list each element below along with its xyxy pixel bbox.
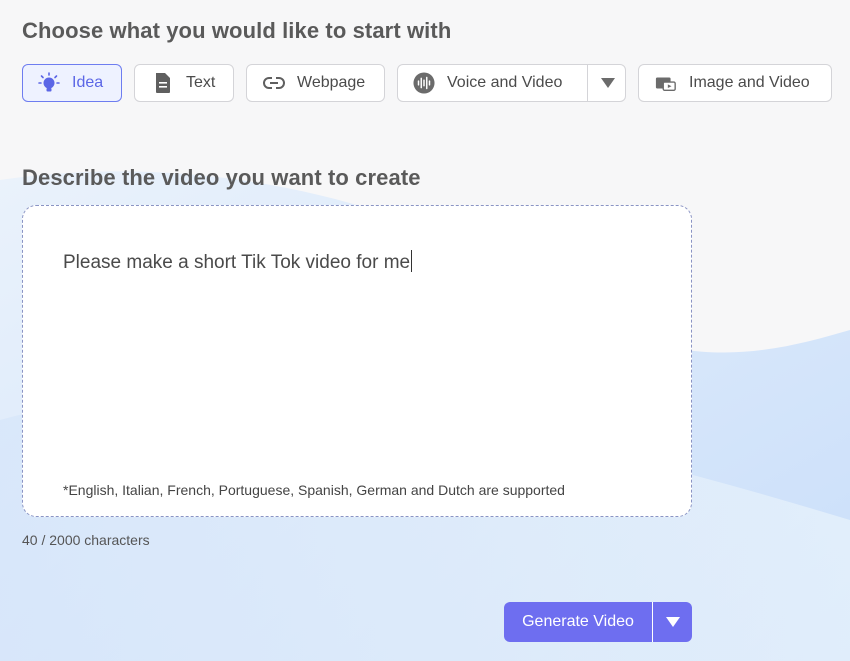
option-idea-button[interactable]: Idea <box>22 64 122 102</box>
option-idea-label: Idea <box>72 74 104 91</box>
option-image-video-label: Image and Video <box>689 74 810 91</box>
option-voice-video-button[interactable]: Voice and Video <box>397 64 626 102</box>
generate-video-button[interactable]: Generate Video <box>504 602 692 642</box>
option-text-label: Text <box>186 74 216 91</box>
generate-options-dropdown-toggle[interactable] <box>652 602 692 642</box>
caret-down-icon <box>665 617 680 627</box>
audio-wave-icon <box>413 72 435 94</box>
lightbulb-icon <box>38 72 60 94</box>
voice-video-dropdown-toggle[interactable] <box>587 65 627 101</box>
option-webpage-button[interactable]: Webpage <box>246 64 385 102</box>
caret-down-icon <box>600 78 615 88</box>
start-with-heading: Choose what you would like to start with <box>22 18 452 43</box>
option-voice-video-label: Voice and Video <box>447 74 563 91</box>
character-counter: 40 / 2000 characters <box>22 532 150 548</box>
option-image-video-button[interactable]: Image and Video <box>638 64 832 102</box>
text-caret <box>411 250 413 272</box>
link-icon <box>263 72 285 94</box>
describe-video-heading: Describe the video you want to create <box>22 165 421 190</box>
supported-languages-note: *English, Italian, French, Portuguese, S… <box>63 482 565 498</box>
document-icon <box>152 72 174 94</box>
generate-video-label: Generate Video <box>522 613 634 630</box>
option-webpage-label: Webpage <box>297 74 366 91</box>
image-video-icon <box>655 72 677 94</box>
option-text-button[interactable]: Text <box>134 64 234 102</box>
prompt-value-line: Please make a short Tik Tok video for me <box>63 250 413 274</box>
prompt-value: Please make a short Tik Tok video for me <box>63 252 411 273</box>
video-description-textarea[interactable]: Please make a short Tik Tok video for me… <box>22 205 692 517</box>
